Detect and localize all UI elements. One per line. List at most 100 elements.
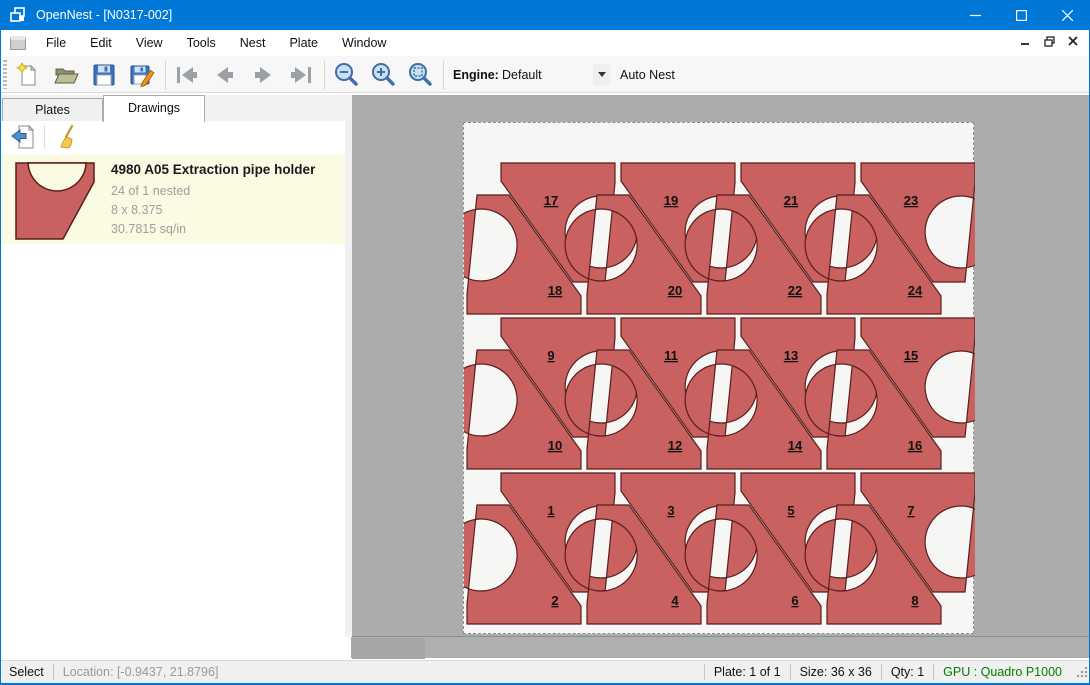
- go-next-icon: [249, 62, 277, 88]
- status-bar: Select Location: [-0.9437, 21.8796] Plat…: [0, 660, 1090, 683]
- mdi-document-icon[interactable]: [10, 36, 26, 50]
- main-toolbar: [0, 56, 1090, 93]
- title-bar[interactable]: OpenNest - [N0317-002]: [0, 0, 1090, 30]
- part-number: 10: [548, 438, 562, 453]
- new-document-icon: [15, 62, 41, 88]
- part-number: 23: [904, 193, 918, 208]
- plate[interactable]: 123456789101112131415161718192021222324: [463, 122, 974, 634]
- part-number: 15: [904, 348, 918, 363]
- status-mode: Select: [9, 665, 44, 679]
- auto-nest-button[interactable]: Auto Nest: [620, 68, 675, 82]
- minimize-button[interactable]: [952, 0, 998, 30]
- status-separator: [933, 664, 934, 680]
- menu-item-edit[interactable]: Edit: [78, 32, 124, 54]
- drawing-title: 4980 A05 Extraction pipe holder: [111, 162, 315, 177]
- menu-item-plate[interactable]: Plate: [277, 32, 330, 54]
- part-number: 4: [671, 593, 679, 608]
- toolbar-separator: [443, 60, 444, 90]
- canvas-horizontal-scrollbar[interactable]: [352, 636, 1090, 658]
- status-separator: [881, 664, 882, 680]
- import-drawing-icon: [10, 124, 36, 150]
- zoom-fit-button[interactable]: [405, 61, 435, 89]
- menu-item-view[interactable]: View: [124, 32, 175, 54]
- part-number: 2: [551, 593, 558, 608]
- last-plate-button[interactable]: [286, 61, 316, 89]
- part-number: 5: [787, 503, 794, 518]
- toolbar-separator: [165, 60, 166, 90]
- part-number: 21: [784, 193, 798, 208]
- panel-scrollbar[interactable]: [345, 121, 352, 637]
- status-separator: [790, 664, 791, 680]
- part-number: 1: [547, 503, 554, 518]
- part-number: 3: [667, 503, 674, 518]
- tab-plates[interactable]: Plates: [2, 98, 103, 122]
- import-drawing-button[interactable]: [8, 123, 38, 151]
- open-folder-icon: [53, 62, 79, 88]
- save-as-button[interactable]: [127, 61, 157, 89]
- part-number: 8: [911, 593, 918, 608]
- part-number: 12: [668, 438, 682, 453]
- status-size: Size: 36 x 36: [800, 665, 872, 679]
- menu-item-window[interactable]: Window: [330, 32, 398, 54]
- part-number: 24: [908, 283, 923, 298]
- part-number: 20: [668, 283, 682, 298]
- next-plate-button[interactable]: [248, 61, 278, 89]
- status-location: Location: [-0.9437, 21.8796]: [63, 665, 219, 679]
- menu-item-file[interactable]: File: [34, 32, 78, 54]
- status-qty: Qty: 1: [891, 665, 924, 679]
- mdi-restore-icon[interactable]: [1040, 32, 1058, 50]
- zoom-out-button[interactable]: [331, 61, 361, 89]
- zoom-in-button[interactable]: [368, 61, 398, 89]
- toolbar-grip[interactable]: [3, 60, 7, 89]
- resize-grip[interactable]: [1076, 666, 1088, 678]
- part-number: 14: [788, 438, 803, 453]
- go-last-icon: [287, 62, 315, 88]
- engine-dropdown-arrow[interactable]: [593, 64, 610, 85]
- drawing-list-item[interactable]: 4980 A05 Extraction pipe holder 24 of 1 …: [1, 154, 345, 244]
- menu-item-nest[interactable]: Nest: [228, 32, 278, 54]
- panel-toolbar-separator: [44, 125, 45, 149]
- scrollbar-segment: [352, 638, 425, 659]
- status-plate: Plate: 1 of 1: [714, 665, 781, 679]
- part-number: 9: [547, 348, 554, 363]
- mdi-close-icon[interactable]: [1064, 32, 1082, 50]
- drawing-dimensions: 8 x 8.375: [111, 203, 162, 217]
- menu-item-tools[interactable]: Tools: [175, 32, 228, 54]
- engine-label: Engine:: [453, 68, 499, 82]
- zoom-in-icon: [369, 61, 397, 89]
- status-separator: [704, 664, 705, 680]
- part-number: 22: [788, 283, 802, 298]
- panel-toolbar: [0, 122, 344, 152]
- broom-icon: [53, 124, 79, 150]
- engine-select[interactable]: Default: [502, 68, 542, 82]
- close-button[interactable]: [1044, 0, 1090, 30]
- zoom-fit-icon: [406, 61, 434, 89]
- zoom-out-icon: [332, 61, 360, 89]
- chevron-down-icon: [598, 72, 606, 77]
- part-number: 11: [664, 348, 678, 363]
- save-button[interactable]: [89, 61, 119, 89]
- window-title: OpenNest - [N0317-002]: [36, 8, 172, 22]
- part-number: 18: [548, 283, 562, 298]
- clean-button[interactable]: [51, 123, 81, 151]
- toolbar-separator: [324, 60, 325, 90]
- go-previous-icon: [211, 62, 239, 88]
- mdi-minimize-icon[interactable]: [1016, 32, 1034, 50]
- maximize-button[interactable]: [998, 0, 1044, 30]
- part-number: 13: [784, 348, 798, 363]
- part-number: 17: [544, 193, 558, 208]
- drawing-area: 30.7815 sq/in: [111, 222, 186, 236]
- first-plate-button[interactable]: [172, 61, 202, 89]
- status-gpu: GPU : Quadro P1000: [943, 665, 1062, 679]
- previous-plate-button[interactable]: [210, 61, 240, 89]
- open-button[interactable]: [51, 61, 81, 89]
- part-number: 6: [791, 593, 798, 608]
- part-thumbnail: [15, 162, 107, 242]
- plate-svg: 123456789101112131415161718192021222324: [464, 123, 975, 635]
- part-number: 16: [908, 438, 922, 453]
- save-icon: [91, 62, 117, 88]
- app-icon: [10, 7, 28, 23]
- go-first-icon: [173, 62, 201, 88]
- tab-drawings[interactable]: Drawings: [103, 95, 205, 122]
- new-button[interactable]: [13, 61, 43, 89]
